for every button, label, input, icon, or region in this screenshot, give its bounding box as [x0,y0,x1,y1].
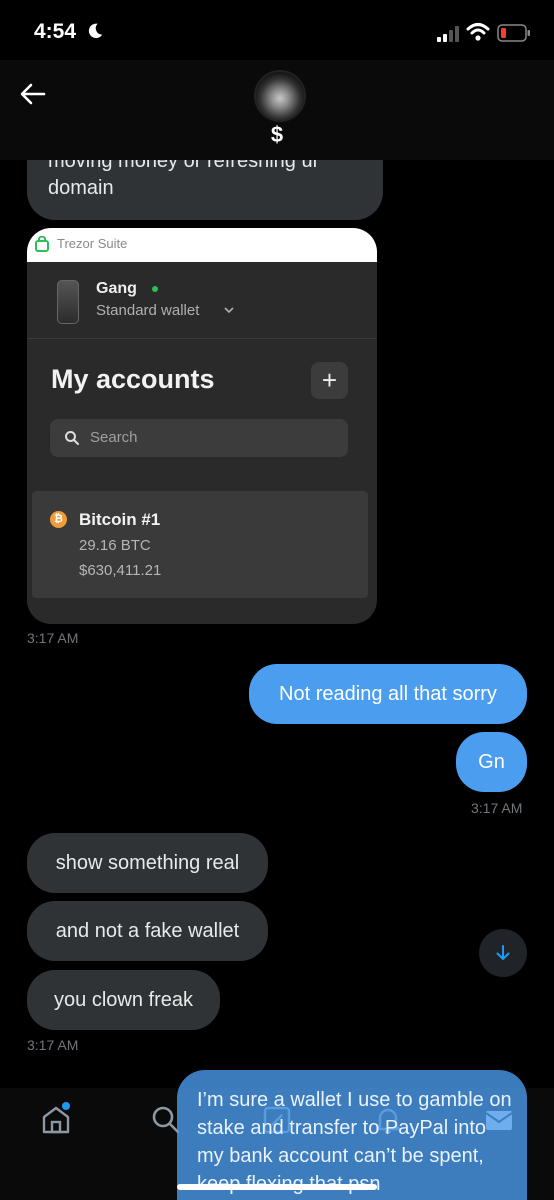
message-timestamp: 3:17 AM [471,800,523,816]
outgoing-message[interactable]: Not reading all that sorry [249,664,527,724]
incoming-message[interactable]: you clown freak [27,970,220,1030]
message-timestamp: 3:17 AM [27,1037,79,1053]
home-indicator [177,1184,377,1190]
app-title: Trezor Suite [57,236,128,251]
outgoing-message[interactable]: I’m sure a wallet I use to gamble on sta… [177,1070,527,1200]
moon-icon [88,23,103,39]
outgoing-message[interactable]: Gn [456,732,527,792]
incoming-message[interactable]: and not a fake wallet [27,901,268,961]
signal-icon [437,26,459,42]
screenshot-app-bar: Trezor Suite [27,228,377,262]
back-arrow-icon[interactable] [18,80,48,108]
section-title: My accounts [51,364,215,394]
incoming-message[interactable]: show something real [27,833,268,893]
message-text: I’m sure a wallet I use to gamble on sta… [197,1089,512,1195]
account-usd-balance: $630,411.21 [79,562,162,579]
arrow-down-icon [496,945,510,960]
status-time: 4:54 [34,20,77,43]
chevron-down-icon [224,307,234,314]
app-logo-icon [35,236,49,252]
online-status-dot [152,286,158,292]
conversation-title[interactable]: $ [0,122,554,148]
scroll-to-bottom-button[interactable] [479,929,527,977]
wallet-type: Standard wallet [96,302,200,319]
bitcoin-icon: ₿ [50,511,67,528]
account-name: Bitcoin #1 [79,510,161,529]
hardware-wallet-icon [57,280,79,324]
message-timestamp: 3:17 AM [27,630,79,646]
wallet-name: Gang [96,280,137,297]
search-placeholder: Search [90,429,138,446]
search-icon [65,431,79,445]
shared-screenshot-image[interactable]: Trezor Suite Gang Standard wallet My acc… [27,228,377,624]
notification-dot [62,1102,70,1110]
avatar[interactable] [254,70,306,122]
account-btc-balance: 29.16 BTC [79,537,151,554]
wifi-icon [466,23,490,41]
add-account-button: + [311,362,348,399]
battery-icon [497,24,530,42]
search-input: Search [50,419,348,457]
account-row: ₿ Bitcoin #1 29.16 BTC $630,411.21 [32,491,368,598]
divider [27,338,377,339]
